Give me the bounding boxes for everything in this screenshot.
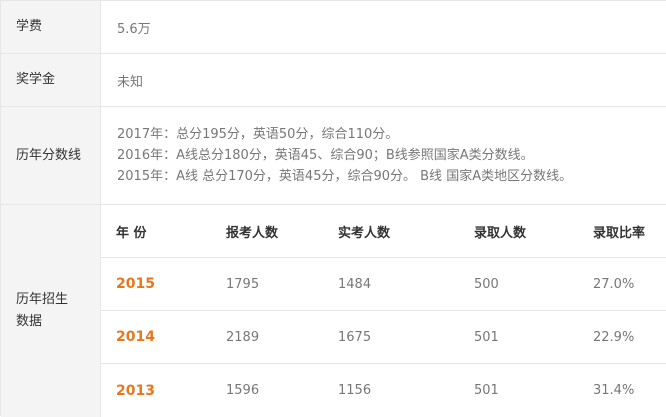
scholarship-label: 奖学金 (1, 54, 101, 106)
fees-label: 学费 (1, 1, 101, 53)
header-year: 年 份 (116, 225, 147, 241)
table-row: 2013 1596 1156 501 31.4% (101, 364, 666, 417)
scholarship-value: 未知 (117, 74, 144, 90)
row-admitted: 501 (474, 329, 499, 345)
row-examinees: 1156 (338, 383, 372, 398)
row-year: 2013 (116, 382, 155, 399)
cutoff-label: 历年分数线 (1, 107, 101, 204)
school-info-table: 学费 5.6万 奖学金 未知 历年分数线 2017年：总分195分，英语50分，… (0, 0, 666, 417)
cutoff-line-2015: 2015年：A线 总分170分，英语45分，综合90分。 B线 国家A类地区分数… (117, 169, 573, 184)
row-admitted: 501 (474, 383, 499, 398)
table-row: 2015 1795 1484 500 27.0% (101, 258, 666, 311)
table-row: 2014 2189 1675 501 22.9% (101, 311, 666, 364)
fees-value: 5.6万 (117, 21, 151, 37)
cutoff-row: 历年分数线 2017年：总分195分，英语50分，综合110分。 2016年：A… (1, 107, 666, 205)
cutoff-line-2017: 2017年：总分195分，英语50分，综合110分。 (117, 127, 399, 142)
row-applicants: 1596 (226, 383, 260, 398)
row-ratio: 22.9% (593, 329, 635, 345)
row-examinees: 1484 (338, 276, 372, 292)
cutoff-line-2016: 2016年：A线总分180分，英语45、综合90；B线参照国家A类分数线。 (117, 148, 534, 163)
row-applicants: 1795 (226, 276, 260, 292)
row-ratio: 31.4% (593, 383, 635, 398)
row-year: 2015 (116, 276, 155, 292)
header-examinees: 实考人数 (338, 225, 391, 241)
row-examinees: 1675 (338, 329, 372, 345)
row-admitted: 500 (474, 276, 499, 292)
row-ratio: 27.0% (593, 276, 635, 292)
header-admitted: 录取人数 (474, 225, 527, 241)
row-applicants: 2189 (226, 329, 260, 345)
fees-row: 学费 5.6万 (1, 1, 666, 54)
admissions-label: 历年招生数据 (1, 205, 101, 417)
header-ratio: 录取比率 (593, 225, 646, 241)
admissions-row: 历年招生数据 年 份 报考人数 实考人数 录取人数 录取比率 2015 1795… (1, 205, 666, 417)
cutoff-lines: 2017年：总分195分，英语50分，综合110分。 2016年：A线总分180… (101, 107, 666, 204)
row-year: 2014 (116, 329, 155, 345)
header-applicants: 报考人数 (226, 225, 279, 241)
scholarship-row: 奖学金 未知 (1, 54, 666, 107)
admissions-header-row: 年 份 报考人数 实考人数 录取人数 录取比率 (101, 205, 666, 258)
